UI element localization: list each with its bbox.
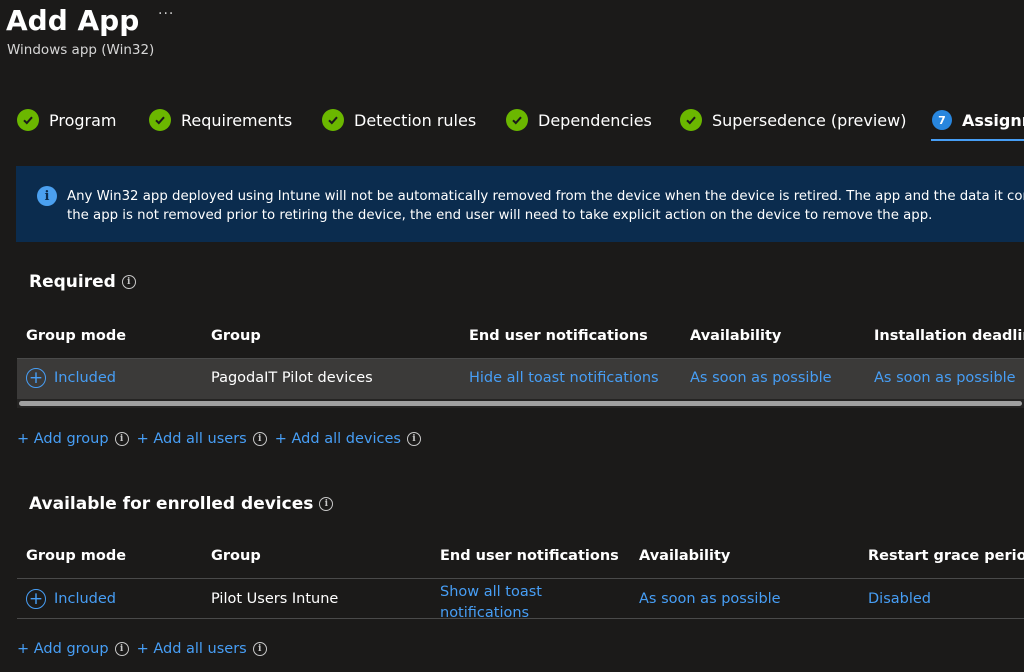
- required-section-title: Required i: [29, 272, 136, 292]
- step-label: Requirements: [181, 110, 293, 130]
- info-banner: i Any Win32 app deployed using Intune wi…: [16, 166, 1024, 242]
- step-assignments[interactable]: 7 Assignm: [932, 106, 1024, 134]
- add-all-devices-link[interactable]: + Add all devices: [275, 431, 401, 447]
- step-supersedence[interactable]: Supersedence (preview): [680, 106, 906, 134]
- availability-link[interactable]: As soon as possible: [690, 370, 832, 386]
- banner-text: Any Win32 app deployed using Intune will…: [67, 187, 1024, 225]
- add-circle-icon: +: [26, 368, 46, 388]
- add-group-link[interactable]: + Add group: [17, 641, 109, 657]
- add-all-users-link[interactable]: + Add all users: [137, 641, 247, 657]
- header-divider: [17, 578, 1024, 579]
- notifications-line: Show all toast: [440, 584, 542, 600]
- step-detection-rules[interactable]: Detection rules: [322, 106, 476, 134]
- check-icon: [17, 109, 39, 131]
- info-icon[interactable]: i: [252, 642, 267, 656]
- check-icon: [680, 109, 702, 131]
- step-requirements[interactable]: Requirements: [149, 106, 292, 134]
- step-program[interactable]: Program: [17, 106, 117, 134]
- check-icon: [506, 109, 528, 131]
- col-header-group[interactable]: Group: [211, 548, 261, 564]
- add-circle-icon: +: [26, 589, 46, 609]
- col-header-availability[interactable]: Availability: [639, 548, 730, 564]
- step-label: Supersedence (preview): [712, 110, 907, 130]
- available-section-title: Available for enrolled devices i: [29, 494, 334, 514]
- info-icon[interactable]: i: [114, 642, 129, 656]
- info-icon[interactable]: i: [121, 275, 136, 289]
- included-link[interactable]: Included: [54, 591, 116, 607]
- step-dependencies[interactable]: Dependencies: [506, 106, 652, 134]
- group-cell: PagodaIT Pilot devices: [211, 370, 373, 386]
- notifications-line: notifications: [440, 605, 530, 618]
- row-divider: [17, 618, 1024, 619]
- col-header-group-mode[interactable]: Group mode: [26, 548, 126, 564]
- horizontal-scrollbar[interactable]: [17, 399, 1024, 408]
- more-options-button[interactable]: ···: [158, 6, 174, 22]
- restart-grace-link[interactable]: Disabled: [868, 591, 931, 607]
- step-label: Detection rules: [354, 110, 477, 130]
- group-mode-cell[interactable]: + Included: [26, 368, 116, 388]
- banner-line: Any Win32 app deployed using Intune will…: [67, 189, 1024, 204]
- active-step-indicator: [931, 139, 1024, 141]
- section-title-text: Required: [29, 272, 116, 292]
- info-icon[interactable]: i: [319, 497, 334, 511]
- group-mode-cell[interactable]: + Included: [26, 589, 116, 609]
- col-header-availability[interactable]: Availability: [690, 328, 781, 344]
- info-icon[interactable]: i: [114, 432, 129, 446]
- included-link[interactable]: Included: [54, 370, 116, 386]
- section-title-text: Available for enrolled devices: [29, 494, 314, 514]
- required-add-links: + Add group i + Add all users i + Add al…: [17, 431, 423, 447]
- page-subtitle: Windows app (Win32): [7, 42, 155, 58]
- info-icon[interactable]: i: [406, 432, 421, 446]
- add-group-link[interactable]: + Add group: [17, 431, 109, 447]
- col-header-group-mode[interactable]: Group mode: [26, 328, 126, 344]
- step-label: Assignm: [962, 110, 1024, 130]
- col-header-notifications[interactable]: End user notifications: [440, 548, 619, 564]
- col-header-restart-grace-period[interactable]: Restart grace period: [868, 548, 1024, 564]
- notifications-link[interactable]: Show all toast notifications: [440, 582, 542, 618]
- notifications-link[interactable]: Hide all toast notifications: [469, 370, 659, 386]
- info-icon: i: [37, 186, 57, 206]
- add-all-users-link[interactable]: + Add all users: [137, 431, 247, 447]
- scrollbar-thumb[interactable]: [19, 401, 1022, 406]
- deadline-link[interactable]: As soon as possible: [874, 370, 1016, 386]
- check-icon: [149, 109, 171, 131]
- step-label: Program: [49, 110, 117, 130]
- step-label: Dependencies: [538, 110, 652, 130]
- col-header-group[interactable]: Group: [211, 328, 261, 344]
- banner-line: the app is not removed prior to retiring…: [67, 208, 933, 223]
- group-cell: Pilot Users Intune: [211, 591, 339, 607]
- available-add-links: + Add group i + Add all users i: [17, 641, 269, 657]
- col-header-installation-deadline[interactable]: Installation deadline: [874, 328, 1024, 344]
- col-header-notifications[interactable]: End user notifications: [469, 328, 648, 344]
- step-number-badge: 7: [932, 110, 952, 130]
- info-icon[interactable]: i: [252, 432, 267, 446]
- availability-link[interactable]: As soon as possible: [639, 591, 781, 607]
- page-title: Add App: [6, 4, 140, 37]
- check-icon: [322, 109, 344, 131]
